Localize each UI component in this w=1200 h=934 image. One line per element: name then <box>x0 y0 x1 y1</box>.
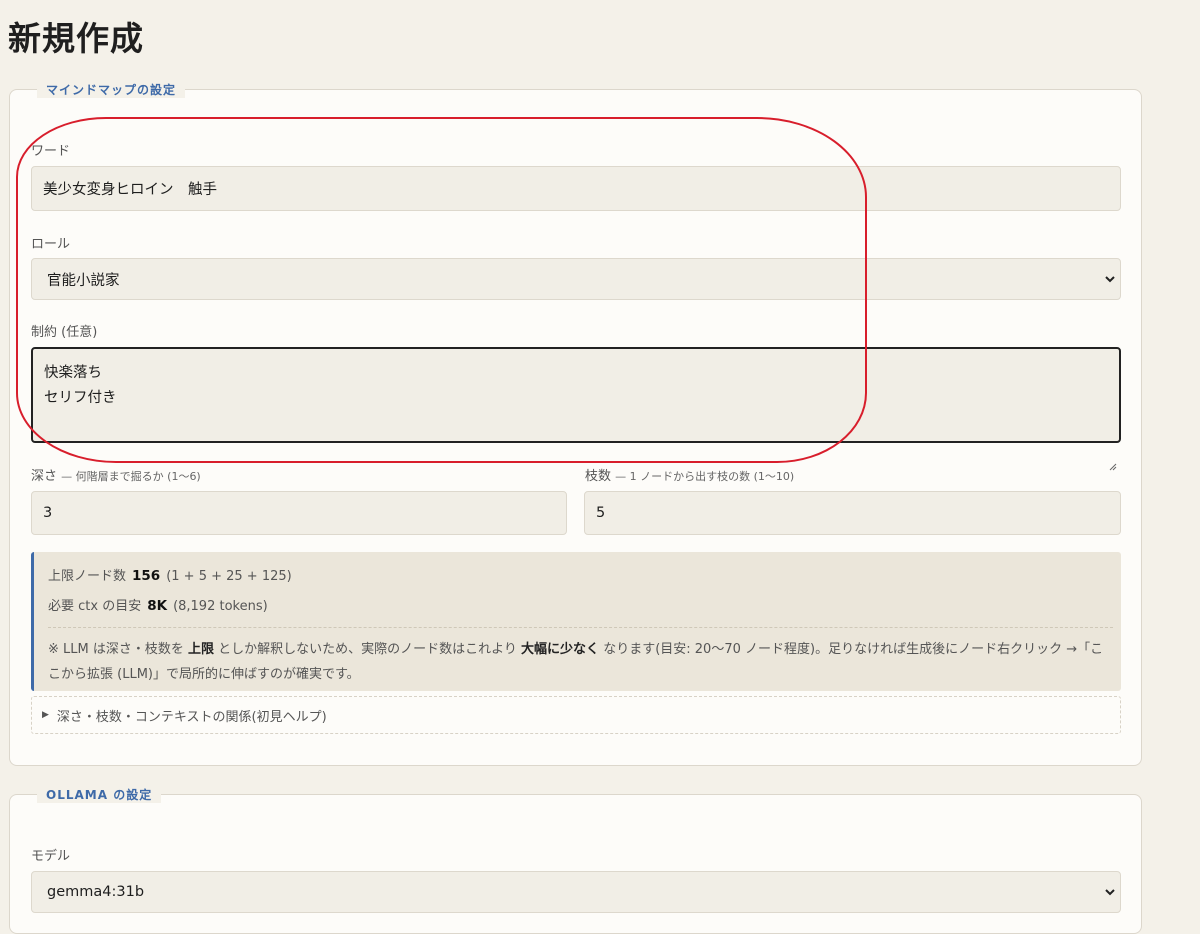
constraint-label: 制約 (任意) <box>31 325 98 340</box>
role-select[interactable]: 官能小説家 <box>31 258 1121 300</box>
branch-input-value: 5 <box>596 505 606 521</box>
chevron-down-icon <box>1104 886 1116 898</box>
branch-input[interactable]: 5 <box>584 491 1121 535</box>
help-summary: 深さ・枝数・コンテキストの関係(初見ヘルプ) <box>56 709 327 725</box>
constraint-textarea[interactable]: 快楽落ち セリフ付き <box>31 347 1121 471</box>
info-note: ※ LLM は深さ・枝数を 上限 としか解釈しないため、実際のノード数はこれより… <box>48 642 1104 682</box>
ctx-line: 必要 ctx の目安 8K (8,192 tokens) <box>48 598 268 614</box>
max-nodes-value: 156 <box>132 568 161 584</box>
chevron-down-icon <box>1104 273 1116 285</box>
word-input-value: 美少女変身ヒロイン 触手 <box>43 182 217 198</box>
resize-handle-icon[interactable] <box>1108 430 1117 471</box>
constraint-textarea-value: 快楽落ち セリフ付き <box>44 365 117 406</box>
branch-label: 枝数 — 1 ノードから出す枝の数 (1〜10) <box>585 469 795 484</box>
word-label: ワード <box>31 144 71 159</box>
role-select-value: 官能小説家 <box>47 272 120 289</box>
model-label: モデル <box>31 849 71 864</box>
ctx-value: 8K <box>147 598 168 614</box>
help-details-toggle[interactable]: ▶ 深さ・枝数・コンテキストの関係(初見ヘルプ) <box>31 696 1121 734</box>
branch-hint: — 1 ノードから出す枝の数 (1〜10) <box>615 470 795 483</box>
capacity-info-box: 上限ノード数 156 (1 + 5 + 25 + 125) 必要 ctx の目安 8K… <box>31 552 1121 691</box>
depth-input-value: 3 <box>43 505 53 521</box>
model-select-value: gemma4:31b <box>47 884 145 900</box>
depth-label: 深さ — 何階層まで掘るか (1〜6) <box>31 469 201 484</box>
depth-hint: — 何階層まで掘るか (1〜6) <box>61 470 201 483</box>
mindmap-settings-section: マインドマップの設定 ワード 美少女変身ヒロイン 触手 ロール 官能小説家 制約… <box>9 81 1142 766</box>
max-nodes-line: 上限ノード数 156 (1 + 5 + 25 + 125) <box>48 568 292 584</box>
page-title: 新規作成 <box>8 19 144 58</box>
depth-input[interactable]: 3 <box>31 491 567 535</box>
role-label: ロール <box>31 237 71 252</box>
mindmap-settings-legend: マインドマップの設定 <box>37 81 186 98</box>
disclosure-triangle-icon: ▶ <box>42 710 49 720</box>
info-divider <box>48 627 1113 628</box>
ollama-settings-legend: OLLAMA の設定 <box>37 786 162 803</box>
ollama-settings-section: OLLAMA の設定 モデル gemma4:31b <box>9 786 1142 934</box>
word-input[interactable]: 美少女変身ヒロイン 触手 <box>31 166 1121 211</box>
model-select[interactable]: gemma4:31b <box>31 871 1121 913</box>
